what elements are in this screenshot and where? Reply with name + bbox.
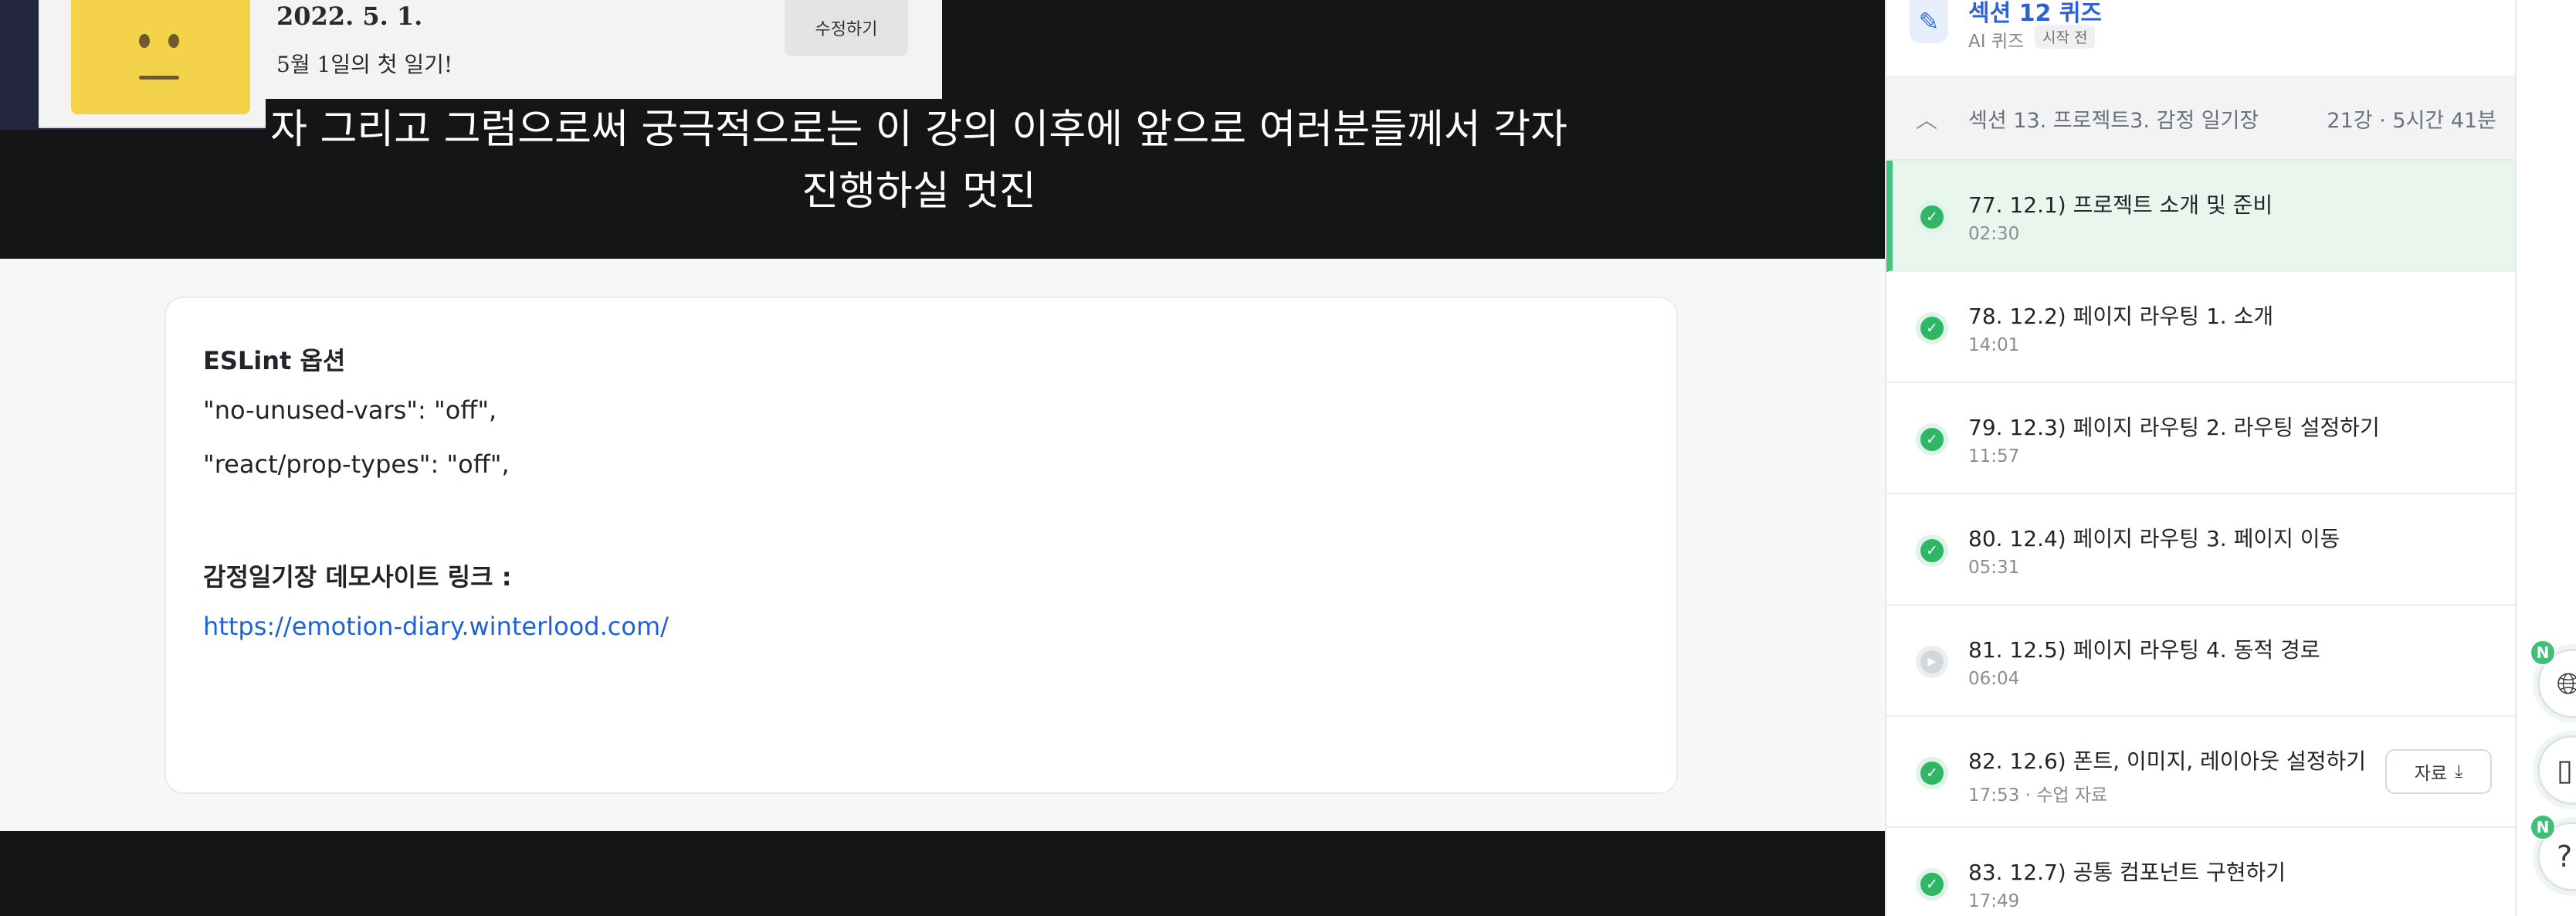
emotion-face-image [71,0,250,114]
lecture-item[interactable]: ✓ 79. 12.3) 페이지 라우팅 2. 라우팅 설정하기 11:57 [1886,383,2515,494]
quiz-status-badge: 시작 전 [2035,25,2096,49]
resource-button-label: 자료 [2414,764,2448,784]
lecture-duration: 02:30 [1968,224,2020,244]
device-view-button[interactable]: ▯ [2537,735,2576,805]
face-eye-right [168,34,179,48]
subtitle-line-1: 자 그리고 그럼으로써 궁극적으로는 이 강의 이후에 앞으로 여러분들께서 각… [266,99,1572,161]
tablet-icon: ▯ [2557,753,2573,787]
lecture-duration: 11:57 [1968,446,2020,466]
section-title: 섹션 13. 프로젝트3. 감정 일기장 [1968,109,2259,133]
lecture-item[interactable]: ✓ 78. 12.2) 페이지 라우팅 1. 소개 14:01 [1886,272,2515,383]
check-circle-icon: ✓ [1916,757,1948,789]
lecture-item[interactable]: ✓ 80. 12.4) 페이지 라우팅 3. 페이지 이동 05:31 [1886,494,2515,606]
diary-caption: 5월 1일의 첫 일기! [276,52,453,77]
section-meta: 21강 · 5시간 41분 [2327,109,2496,133]
globe-icon: 🌐︎ [2557,666,2576,701]
diary-date: 2022. 5. 1. [276,2,423,31]
new-badge: N [2530,814,2556,840]
lecture-main-area: 2022. 5. 1. 5월 1일의 첫 일기! 수정하기 자 그리고 그럼으로… [0,0,1885,916]
lecture-notes-card: ESLint 옵션 "no-unused-vars": "off", "reac… [164,297,1678,794]
new-badge: N [2530,640,2556,666]
subtitle-line-2: 진행하실 멋진 [797,161,1041,222]
lecture-duration: 17:53 · 수업 자료 [1968,785,2108,806]
face-eye-left [139,34,150,48]
lecture-title: 83. 12.7) 공통 컴포넌트 구현하기 [1968,860,2286,885]
player-bottom-bar [0,831,1885,916]
download-icon: ⤓ [2455,762,2463,782]
check-circle-icon: ✓ [1916,534,1948,567]
lecture-duration: 06:04 [1968,669,2020,689]
demo-site-link[interactable]: https://emotion-diary.winterlood.com/ [203,612,669,641]
lecture-title: 77. 12.1) 프로젝트 소개 및 준비 [1968,192,2273,218]
play-circle-icon: ▶ [1916,646,1948,678]
diary-edit-button: 수정하기 [785,0,908,56]
lecture-title: 80. 12.4) 페이지 라우팅 3. 페이지 이동 [1968,526,2340,551]
curriculum-sidebar: ✎ 섹션 12 퀴즈 AI 퀴즈 시작 전 ︿ 섹션 13. 프로젝트3. 감정… [1885,0,2517,916]
quiz-icon: ✎ [1910,0,1948,43]
lecture-duration: 17:49 [1968,891,2020,911]
quiz-title: 섹션 12 퀴즈 [1968,0,2103,27]
lecture-title: 81. 12.5) 페이지 라우팅 4. 동적 경로 [1968,637,2320,663]
check-circle-icon: ✓ [1916,423,1948,456]
eslint-rule-1: "no-unused-vars": "off", [203,395,497,425]
lecture-title: 79. 12.3) 페이지 라우팅 2. 라우팅 설정하기 [1968,415,2380,440]
lecture-duration: 05:31 [1968,558,2020,578]
eslint-rule-2: "react/prop-types": "off", [203,450,510,479]
lecture-title: 78. 12.2) 페이지 라우팅 1. 소개 [1968,304,2274,329]
lecture-item[interactable]: ✓ 77. 12.1) 프로젝트 소개 및 준비 02:30 [1886,161,2515,272]
lecture-duration: 14:01 [1968,335,2020,355]
lecture-title: 82. 12.6) 폰트, 이미지, 레이아웃 설정하기 [1968,748,2366,774]
resource-download-button[interactable]: 자료 ⤓ [2385,749,2492,794]
lecture-item[interactable]: ✓ 83. 12.7) 공통 컴포넌트 구현하기 17:49 [1886,828,2515,916]
chevron-up-icon: ︿ [1916,107,1938,133]
eslint-heading: ESLint 옵션 [203,346,346,375]
face-mouth [139,76,179,80]
quiz-item[interactable]: ✎ 섹션 12 퀴즈 AI 퀴즈 시작 전 [1886,0,2515,77]
demo-heading: 감정일기장 데모사이트 링크 : [203,562,512,592]
section-header[interactable]: ︿ 섹션 13. 프로젝트3. 감정 일기장 21강 · 5시간 41분 [1886,77,2515,161]
quiz-subtitle: AI 퀴즈 [1968,32,2025,52]
check-circle-icon: ✓ [1916,312,1948,344]
check-circle-icon: ✓ [1916,201,1948,233]
video-player[interactable]: 2022. 5. 1. 5월 1일의 첫 일기! 수정하기 자 그리고 그럼으로… [0,0,1885,259]
check-circle-icon: ✓ [1916,868,1948,901]
video-subtitle: 자 그리고 그럼으로써 궁극적으로는 이 강의 이후에 앞으로 여러분들께서 각… [0,99,1838,222]
help-icon: ? [2557,840,2573,874]
lecture-item[interactable]: ▶ 81. 12.5) 페이지 라우팅 4. 동적 경로 06:04 [1886,606,2515,717]
lecture-item[interactable]: ✓ 82. 12.6) 폰트, 이미지, 레이아웃 설정하기 17:53 · 수… [1886,717,2515,828]
